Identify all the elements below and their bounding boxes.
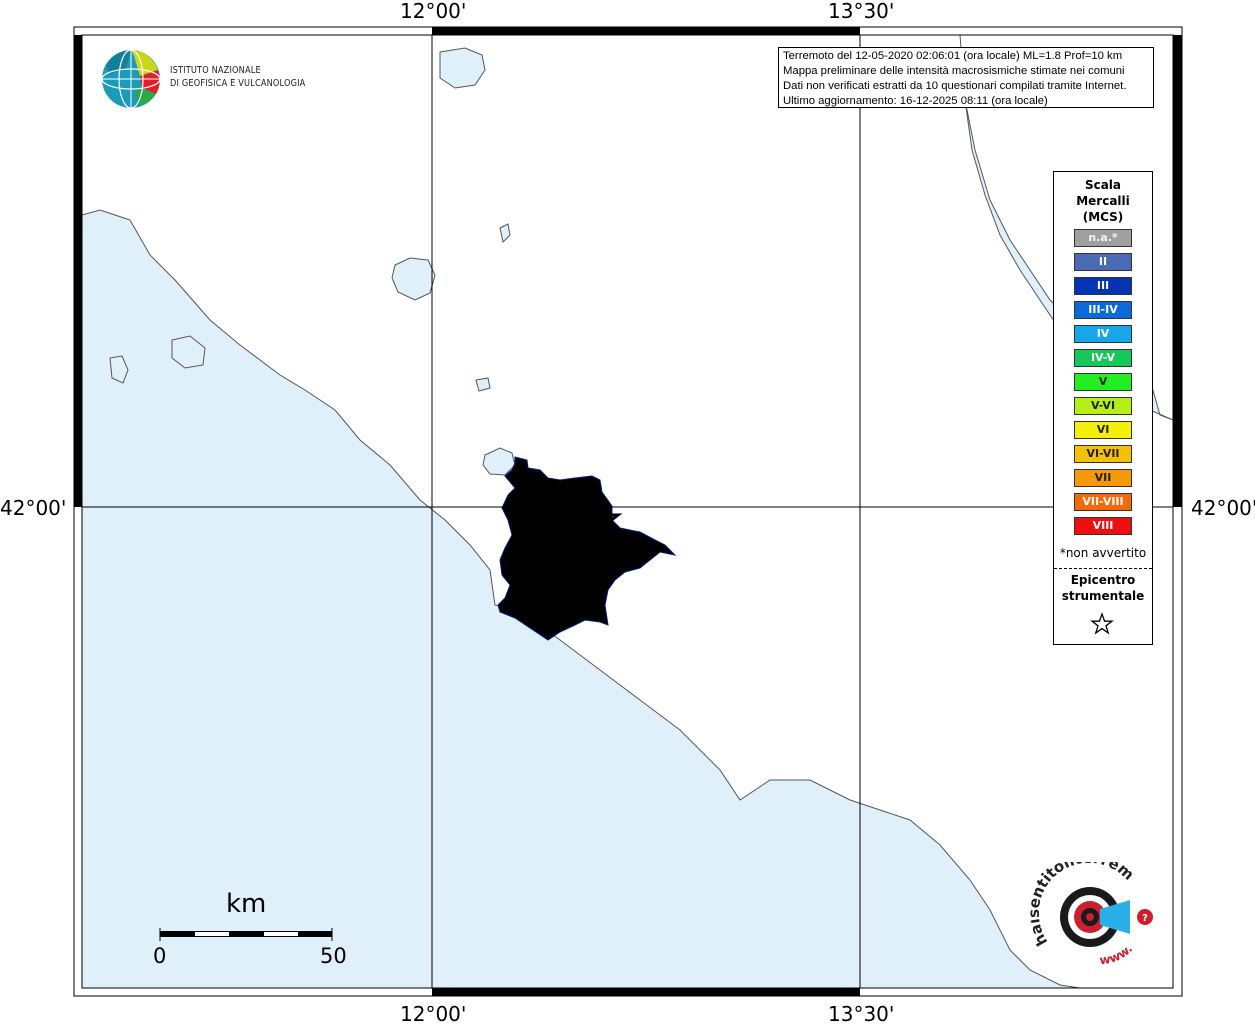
event-info-line1: Terremoto del 12-05-2020 02:06:01 (ora l… bbox=[783, 50, 1123, 62]
legend-title-line3: (MCS) bbox=[1082, 210, 1124, 224]
legend-separator bbox=[1054, 568, 1152, 569]
top-lon-label-2: 13°30' bbox=[828, 0, 895, 23]
ingv-globe-logo bbox=[101, 49, 161, 109]
event-info-line3: Dati non verificati estratti da 10 quest… bbox=[783, 80, 1127, 92]
legend-epicenter-label: Epicentro strumentale bbox=[1054, 572, 1152, 604]
legend-item: VII-VIII bbox=[1074, 493, 1132, 511]
legend-item: VII bbox=[1074, 469, 1132, 487]
event-info-line4: Ultimo aggiornamento: 16-12-2025 08:11 (… bbox=[783, 95, 1048, 107]
svg-text:www.: www. bbox=[1099, 942, 1135, 968]
left-lat-label: 42°00' bbox=[0, 496, 67, 520]
ingv-name-line2: DI GEOFISICA E VULCANOLOGIA bbox=[170, 78, 306, 89]
event-info-box: Terremoto del 12-05-2020 02:06:01 (ora l… bbox=[778, 47, 1154, 108]
legend-item: IV-V bbox=[1074, 349, 1132, 367]
legend-note: *non avvertito bbox=[1059, 546, 1147, 560]
frame-bar-right bbox=[1173, 35, 1182, 507]
legend-item: VI bbox=[1074, 421, 1132, 439]
event-info-line2: Mappa preliminare delle intensità macros… bbox=[783, 65, 1125, 77]
right-lat-label: 42°00' bbox=[1191, 496, 1255, 520]
legend-item: II bbox=[1074, 253, 1132, 271]
frame-bar-left bbox=[74, 35, 82, 507]
frame-bar-bottom bbox=[432, 988, 860, 996]
svg-text:?: ? bbox=[1142, 913, 1148, 924]
ingv-name: ISTITUTO NAZIONALE DI GEOFISICA E VULCAN… bbox=[170, 64, 305, 90]
scale-unit-label: km bbox=[226, 889, 267, 919]
lake bbox=[475, 377, 491, 392]
mcs-legend: Scala Mercalli (MCS) n.a.* II III III-IV IV I… bbox=[1053, 171, 1153, 645]
legend-item: n.a.* bbox=[1074, 229, 1132, 247]
legend-item: III bbox=[1074, 277, 1132, 295]
top-lon-label-1: 12°00' bbox=[400, 0, 467, 23]
bottom-lon-label-2: 13°30' bbox=[828, 1002, 895, 1026]
legend-item: IV bbox=[1074, 325, 1132, 343]
legend-item: III-IV bbox=[1074, 301, 1132, 319]
bottom-lon-label-1: 12°00' bbox=[400, 1002, 467, 1026]
legend-item: V bbox=[1074, 373, 1132, 391]
legend-item: VI-VII bbox=[1074, 445, 1132, 463]
legend-item: V-VI bbox=[1074, 397, 1132, 415]
legend-epicenter-line1: Epicentro bbox=[1070, 573, 1136, 587]
legend-title-line1: Scala bbox=[1084, 178, 1122, 192]
legend-item: VIII bbox=[1074, 517, 1132, 535]
scale-min-label: 0 bbox=[153, 944, 167, 968]
legend-title-line2: Mercalli bbox=[1076, 194, 1130, 208]
epicenter-star-icon bbox=[1090, 612, 1114, 635]
haisentitoilterremoto-logo: ? haisentitoilterremoto.it www. bbox=[1030, 862, 1153, 968]
legend-epicenter-line2: strumentale bbox=[1061, 589, 1145, 603]
scale-max-label: 50 bbox=[320, 944, 347, 968]
legend-title: Scala Mercalli (MCS) bbox=[1054, 177, 1152, 225]
frame-bar-top bbox=[432, 27, 860, 35]
hst-logo-www: www. bbox=[1099, 942, 1135, 968]
ingv-name-line1: ISTITUTO NAZIONALE bbox=[170, 65, 261, 76]
